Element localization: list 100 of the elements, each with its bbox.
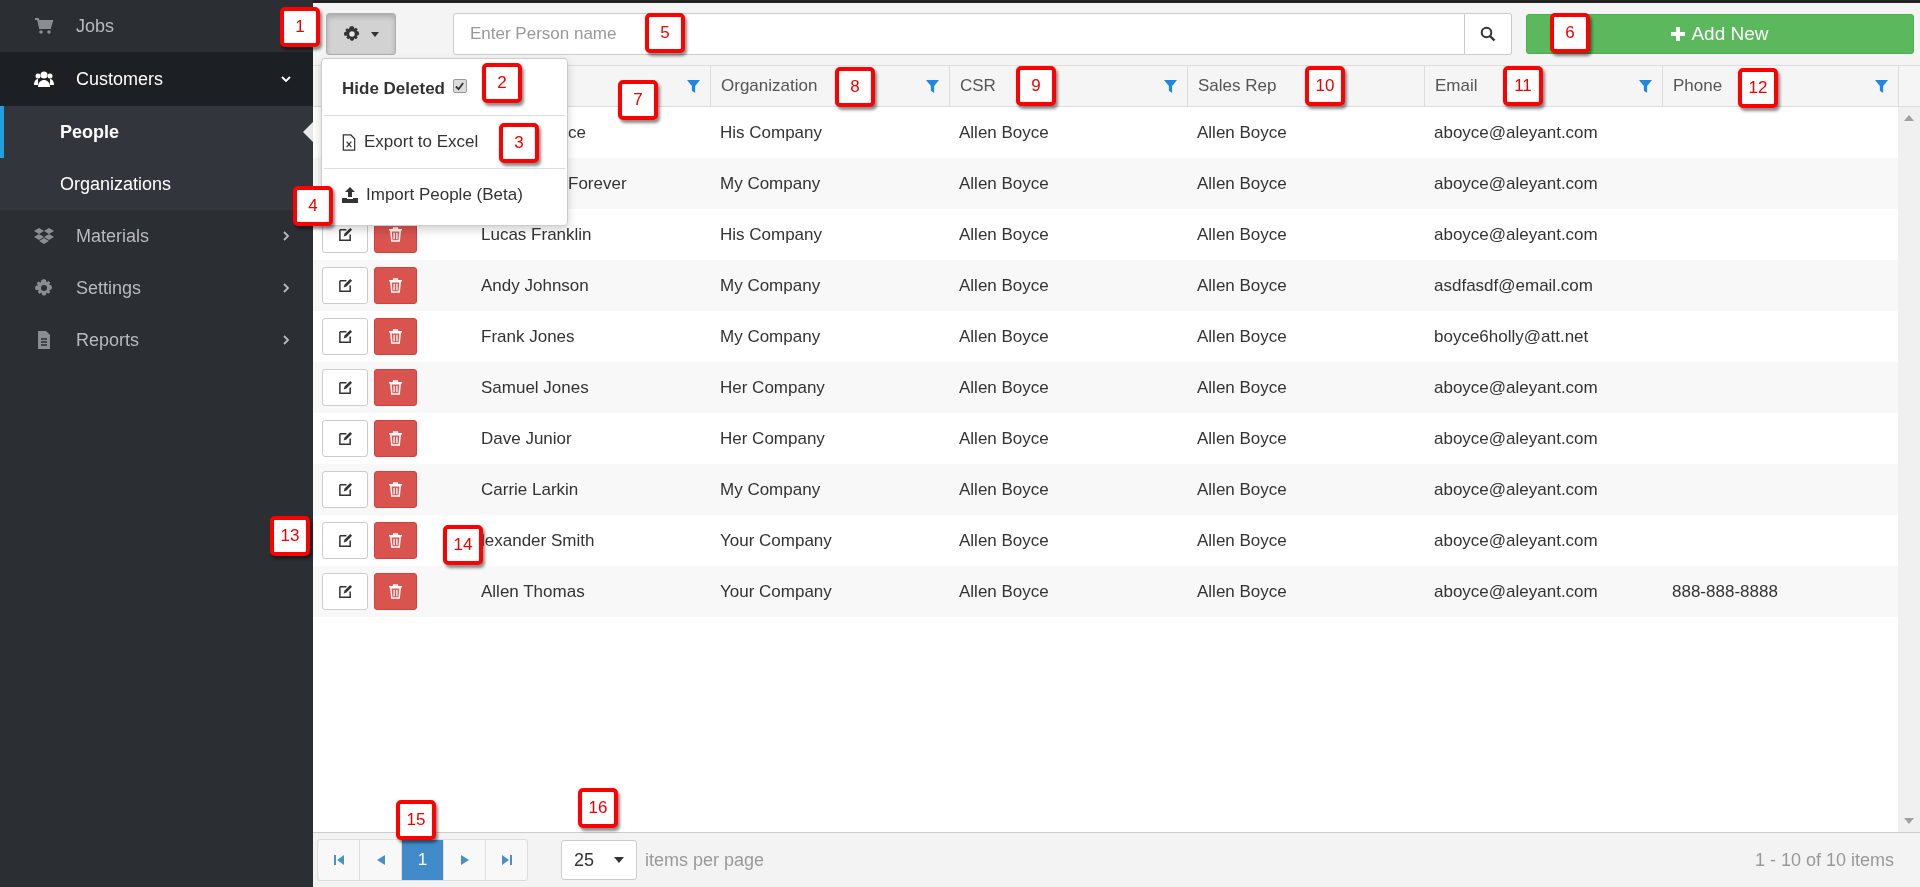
- callout-marker: 12: [1738, 68, 1778, 108]
- nav-item[interactable]: Reports: [0, 314, 313, 366]
- menu-item[interactable]: Import People (Beta): [336, 169, 529, 221]
- callout-marker: 6: [1550, 13, 1590, 53]
- caret-icon: [371, 31, 379, 37]
- trash-icon: [389, 431, 402, 446]
- delete-button[interactable]: [374, 318, 417, 355]
- callout-marker: 1: [280, 7, 320, 47]
- edit-button[interactable]: [322, 369, 368, 406]
- table-cell: Your Company: [720, 530, 832, 551]
- table-cell: Allen Boyce: [1197, 377, 1287, 398]
- search-icon: [1480, 26, 1496, 42]
- table-cell: Allen Boyce: [1197, 173, 1287, 194]
- callout-marker: 9: [1016, 66, 1056, 106]
- callout-marker: 13: [270, 516, 310, 556]
- table-cell: Andy Johnson: [481, 275, 589, 296]
- edit-button[interactable]: [322, 318, 368, 355]
- table-cell: Her Company: [720, 428, 825, 449]
- table-cell: Allen Boyce: [959, 479, 1049, 500]
- nav-item[interactable]: Customers: [0, 52, 313, 106]
- edit-icon: [337, 329, 353, 344]
- next-page-icon: [460, 855, 469, 865]
- table-cell: Dave Junior: [481, 428, 572, 449]
- edit-icon: [337, 278, 353, 293]
- nav-item[interactable]: Jobs: [0, 0, 137, 52]
- filter-icon[interactable]: [926, 79, 939, 93]
- menu-label: Export to Excel: [364, 132, 479, 152]
- table-cell: My Company: [720, 275, 821, 296]
- table-cell: Allen Boyce: [959, 428, 1049, 449]
- table-cell: Allen Boyce: [1197, 581, 1287, 602]
- table-cell: aboyce@aleyant.com: [1434, 581, 1598, 602]
- excel-file-icon: [342, 133, 356, 151]
- settings-icon: [343, 25, 361, 43]
- edit-icon: [337, 482, 353, 497]
- table-cell: Allen Boyce: [1197, 479, 1287, 500]
- edit-button[interactable]: [322, 573, 368, 610]
- table-cell: Allen Boyce: [959, 122, 1049, 143]
- table-cell: Her Company: [720, 377, 825, 398]
- delete-button[interactable]: [374, 522, 417, 559]
- delete-button[interactable]: [374, 267, 417, 304]
- settings-dropdown-button[interactable]: [326, 13, 396, 55]
- table-cell: Allen Boyce: [959, 581, 1049, 602]
- table-cell: ce: [568, 122, 586, 143]
- trash-icon: [389, 329, 402, 344]
- boxes-icon: [34, 226, 54, 246]
- filter-icon[interactable]: [1875, 79, 1888, 93]
- callout-marker: 14: [443, 525, 483, 565]
- edit-button[interactable]: [322, 522, 368, 559]
- edit-button[interactable]: [322, 420, 368, 457]
- table-cell: My Company: [720, 479, 821, 500]
- nav-label: Reports: [76, 329, 141, 351]
- callout-marker: 8: [835, 67, 875, 107]
- menu-label: Hide Deleted: [342, 79, 445, 99]
- callout-marker: 2: [482, 63, 522, 103]
- cart-icon: [34, 16, 54, 36]
- plus-icon: [1671, 27, 1686, 41]
- table-cell: My Company: [720, 326, 821, 347]
- table-cell: aboyce@aleyant.com: [1434, 530, 1598, 551]
- table-cell: Allen Boyce: [959, 530, 1049, 551]
- delete-button[interactable]: [374, 369, 417, 406]
- edit-button[interactable]: [322, 267, 368, 304]
- delete-button[interactable]: [374, 573, 417, 610]
- table-cell: aboyce@aleyant.com: [1434, 224, 1598, 245]
- last-page-icon: [501, 855, 512, 865]
- edit-button[interactable]: [322, 471, 368, 508]
- filter-icon[interactable]: [1639, 79, 1652, 93]
- menu-item[interactable]: Hide Deleted: [336, 63, 473, 115]
- table-cell: asdfasdf@email.com: [1434, 275, 1593, 296]
- trash-icon: [389, 533, 402, 548]
- callout-marker: 16: [578, 788, 618, 828]
- nav-label: Jobs: [76, 15, 115, 37]
- callout-marker: 7: [618, 80, 658, 120]
- first-page-icon: [333, 855, 344, 865]
- table-cell: Allen Boyce: [959, 224, 1049, 245]
- table-cell: Your Company: [720, 581, 832, 602]
- caret-icon: [614, 857, 624, 863]
- callout-marker: 4: [293, 186, 333, 226]
- trash-icon: [389, 584, 402, 599]
- page-button[interactable]: 1: [401, 840, 443, 880]
- table-cell: Allen Boyce: [959, 173, 1049, 194]
- delete-button[interactable]: [374, 471, 417, 508]
- submenu-item[interactable]: People: [0, 106, 313, 158]
- table-cell: Allen Boyce: [1197, 224, 1287, 245]
- nav-item[interactable]: Settings: [0, 262, 313, 314]
- checkbox[interactable]: [453, 79, 467, 93]
- page-size-dropdown[interactable]: 25: [561, 840, 637, 880]
- table-cell: Frank Jones: [481, 326, 575, 347]
- table-cell: Allen Boyce: [1197, 326, 1287, 347]
- table-cell: aboyce@aleyant.com: [1434, 377, 1598, 398]
- table-cell: aboyce@aleyant.com: [1434, 122, 1598, 143]
- search-button[interactable]: [1465, 13, 1512, 55]
- table-cell: aboyce@aleyant.com: [1434, 428, 1598, 449]
- delete-button[interactable]: [374, 420, 417, 457]
- filter-icon[interactable]: [687, 79, 700, 93]
- table-cell: Allen Boyce: [1197, 122, 1287, 143]
- upload-icon: [342, 187, 358, 203]
- menu-item[interactable]: Export to Excel: [336, 116, 485, 168]
- filter-icon[interactable]: [1164, 79, 1177, 93]
- table-cell: His Company: [720, 224, 823, 245]
- table-cell: Allen Boyce: [959, 377, 1049, 398]
